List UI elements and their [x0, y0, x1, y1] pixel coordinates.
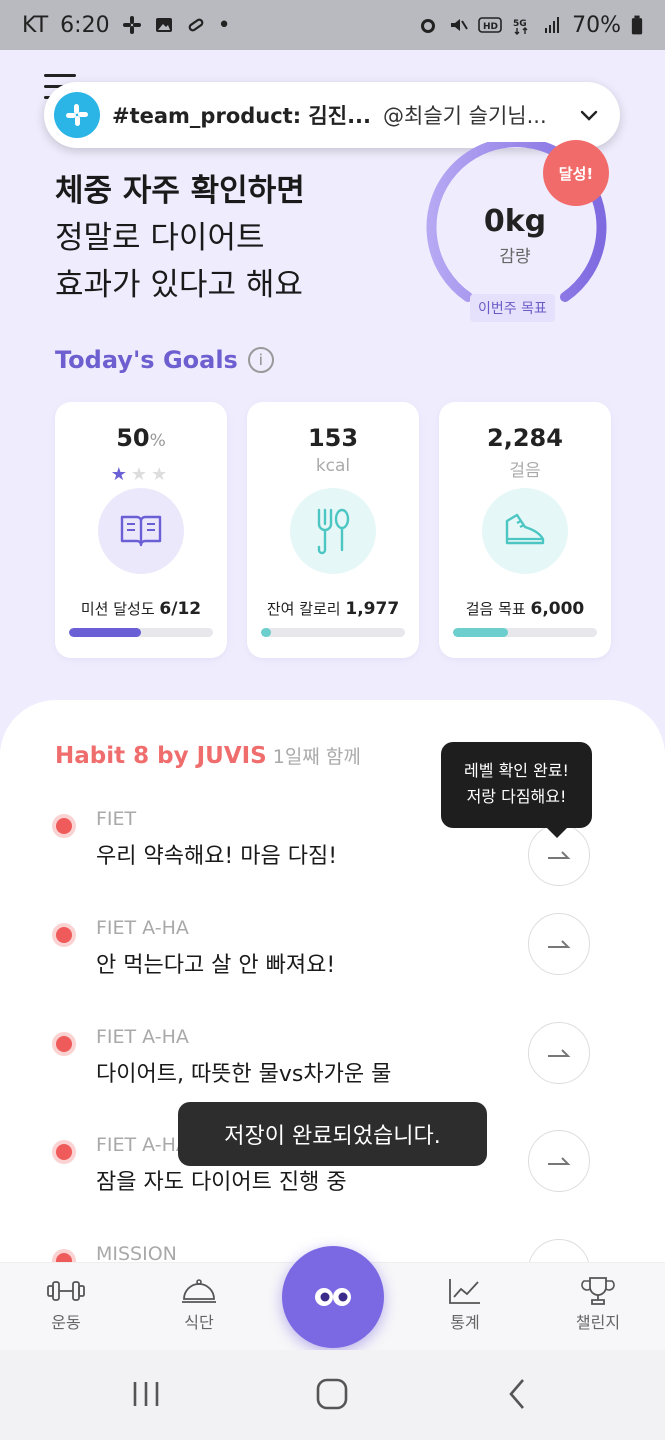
battery-icon: [631, 15, 643, 35]
nav-diet-label: 식단: [184, 1313, 214, 1332]
mission-progress-bar: [69, 628, 213, 637]
cloche-icon: [159, 1273, 239, 1309]
star-rating: ★★★: [55, 464, 227, 485]
character-home-button[interactable]: [282, 1246, 384, 1348]
more-dot-icon: •: [217, 12, 231, 38]
weekly-goal-tag: 이번주 목표: [470, 294, 555, 322]
todays-goals-label: Today's Goals: [55, 346, 238, 374]
clock: 6:20: [60, 12, 110, 38]
habit-item[interactable]: FIET A-HA 다이어트, 따뜻한 물vs차가운 물: [0, 1022, 665, 1106]
nav-stats-label: 통계: [450, 1313, 480, 1332]
habit-tag: FIET A-HA: [96, 1026, 189, 1048]
arrow-right-icon[interactable]: [528, 1130, 590, 1192]
todays-goals-title: Today's Goals i: [55, 346, 274, 374]
hd-icon: HD: [478, 17, 502, 33]
habit-item-title: 다이어트, 따뜻한 물vs차가운 물: [96, 1062, 392, 1087]
info-icon[interactable]: i: [247, 347, 274, 373]
star-icon: ★: [110, 464, 131, 485]
habit-item-title: 잠을 자도 다이어트 진행 중: [96, 1170, 347, 1195]
status-dot: [56, 1144, 72, 1160]
svg-text:HD: HD: [483, 22, 498, 32]
headline-line-2: 정말로 다이어트: [55, 220, 265, 256]
tooltip-line-1: 레벨 확인 완료!: [464, 761, 569, 780]
calories-progress-bar: [261, 628, 405, 637]
slack-status-icon: [122, 16, 141, 34]
nav-challenge[interactable]: 챌린지: [558, 1273, 638, 1333]
save-toast: 저장이 완료되었습니다.: [178, 1102, 487, 1166]
weight-unit: 감량: [499, 247, 531, 267]
nav-exercise[interactable]: 운동: [26, 1273, 106, 1333]
battery-percent: 70%: [572, 12, 621, 38]
signal-icon: [545, 17, 560, 33]
calories-card[interactable]: 153 kcal 잔여 칼로리 1,977: [247, 402, 419, 658]
status-dot: [56, 818, 72, 834]
steps-value: 2,284: [487, 424, 563, 452]
pill-status-icon: [188, 18, 203, 32]
5g-icon: 5G: [513, 19, 528, 35]
habit-item-title: 안 먹는다고 살 안 빠져요!: [96, 953, 336, 978]
level-tooltip: 레벨 확인 완료! 저랑 다짐해요!: [441, 742, 592, 838]
mute-icon: [451, 19, 468, 31]
steps-unit: 걸음: [509, 461, 541, 481]
status-dot: [56, 1036, 72, 1052]
mission-card[interactable]: 50% ★★★ 미션 달성도 6/12: [55, 402, 227, 658]
calories-caption: 잔여 칼로리 1,977: [266, 599, 400, 619]
status-dot: [56, 927, 72, 943]
headline: 체중 자주 확인하면 정말로 다이어트 효과가 있다고 해요: [55, 168, 305, 309]
nav-diet[interactable]: 식단: [159, 1273, 239, 1333]
slack-icon: [54, 92, 100, 138]
calories-value: 153: [307, 424, 359, 452]
notification-channel: #team_product: 김진...: [112, 104, 371, 128]
habit-tag: FIET: [96, 808, 137, 830]
back-icon[interactable]: [498, 1374, 538, 1414]
tooltip-line-2: 저랑 다짐해요!: [466, 787, 567, 806]
status-bar: KT 6:20 • HD 5G 70%: [0, 0, 665, 50]
habit-item[interactable]: FIET A-HA 안 먹는다고 살 안 빠져요!: [0, 913, 665, 997]
steps-card[interactable]: 2,284 걸음 걸음 목표 6,000: [439, 402, 611, 658]
system-nav-bar: [0, 1350, 665, 1440]
trophy-icon: [558, 1273, 638, 1309]
habit-tag: FIET A-HA: [96, 1134, 189, 1156]
habit-title: Habit 8 by JUVIS 1일째 함께: [55, 743, 361, 769]
nav-stats[interactable]: 통계: [425, 1273, 505, 1333]
home-icon[interactable]: [312, 1374, 352, 1414]
calories-unit: kcal: [315, 456, 351, 476]
app-screen: #team_product: 김진... @최슬기 슬기님... 체중 자주 확…: [0, 50, 665, 1350]
weight-value: 0kg: [483, 204, 547, 239]
eyes-icon: [315, 1288, 351, 1306]
habit-item-title: 우리 약속해요! 마음 다짐!: [96, 844, 338, 869]
nav-exercise-label: 운동: [51, 1313, 81, 1332]
gallery-status-icon: [155, 18, 172, 32]
alarm-icon: [421, 19, 436, 33]
habit-tag: FIET A-HA: [96, 917, 189, 939]
shoe-icon: [482, 488, 568, 574]
headline-line-1: 체중 자주 확인하면: [55, 173, 305, 209]
steps-progress-bar: [453, 628, 597, 637]
mission-caption: 미션 달성도 6/12: [80, 599, 202, 619]
chart-icon: [425, 1273, 505, 1309]
achieved-badge: 달성!: [543, 140, 609, 206]
nav-challenge-label: 챌린지: [575, 1313, 621, 1332]
notification-message: @최슬기 슬기님...: [383, 104, 547, 128]
slack-notification[interactable]: #team_product: 김진... @최슬기 슬기님...: [44, 82, 620, 148]
steps-caption: 걸음 목표 6,000: [465, 599, 585, 619]
arrow-right-icon[interactable]: [528, 913, 590, 975]
book-icon: [98, 488, 184, 574]
carrier-label: KT: [22, 12, 49, 38]
chevron-down-icon[interactable]: [578, 104, 600, 126]
headline-line-3: 효과가 있다고 해요: [55, 267, 303, 303]
recent-apps-icon[interactable]: [126, 1374, 166, 1414]
star-icon: ★: [130, 464, 152, 485]
star-icon: ★: [151, 464, 172, 485]
utensils-icon: [290, 488, 376, 574]
dumbbell-icon: [26, 1273, 106, 1309]
mission-value: 50%: [116, 424, 166, 452]
arrow-right-icon[interactable]: [528, 1022, 590, 1084]
